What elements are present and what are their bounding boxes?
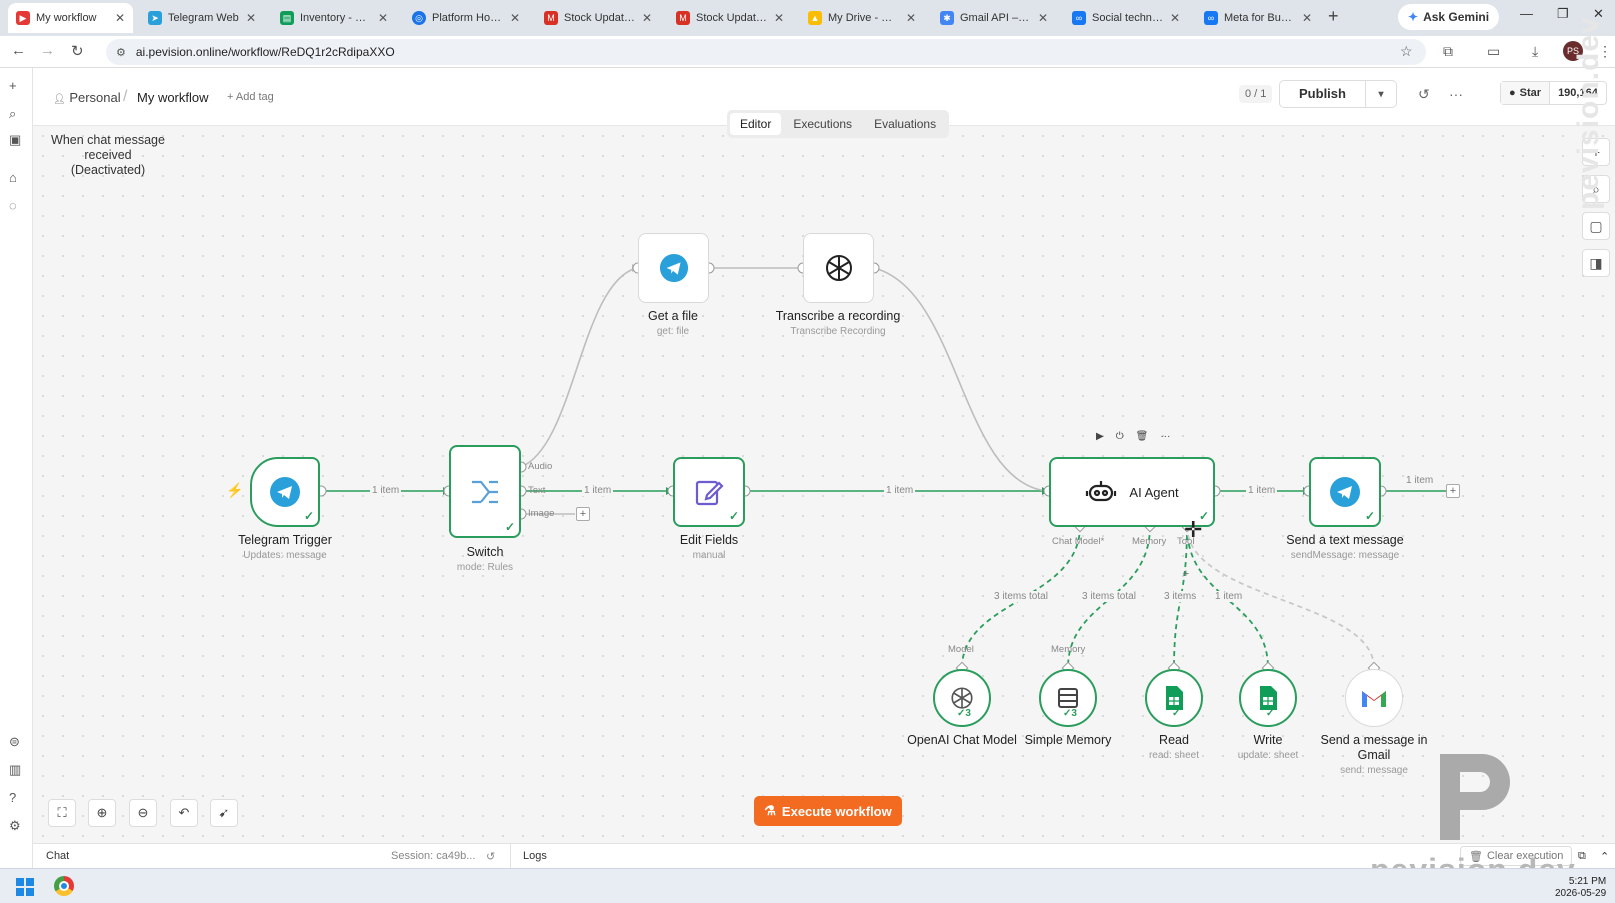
success-check-icon: ✓: [1364, 509, 1375, 523]
node-subtitle: manual: [692, 550, 726, 561]
refresh-session-icon[interactable]: ↺: [486, 850, 495, 863]
node-send-gmail[interactable]: [1345, 669, 1403, 727]
success-check-icon: ✓: [504, 520, 515, 534]
output-label-image: Image: [528, 508, 555, 519]
node-title: Edit Fields: [679, 533, 739, 547]
chevron-up-icon[interactable]: ⌃: [1600, 850, 1609, 863]
success-check-icon: ✓: [1172, 708, 1181, 719]
add-node-plus-icon[interactable]: +: [1446, 484, 1460, 498]
node-read-sheet[interactable]: ✓: [1145, 669, 1203, 727]
add-tool-plus-icon[interactable]: +: [1179, 568, 1193, 582]
edge-label: 3 items: [1162, 591, 1199, 602]
node-subtitle: send: message: [1340, 765, 1408, 776]
pevision-logo: [1440, 754, 1510, 840]
node-title: AI Agent: [1129, 484, 1179, 500]
undo-icon[interactable]: ↶: [170, 799, 198, 827]
port-label-memory: Memory: [1132, 536, 1167, 547]
fit-view-icon[interactable]: ⛶: [48, 799, 76, 827]
edge-switch-getfile[interactable]: [520, 267, 637, 468]
port-label-memory: Memory: [1051, 644, 1086, 655]
logs-panel-tab[interactable]: Logs: [523, 850, 547, 862]
node-telegram-trigger[interactable]: ✓: [250, 457, 320, 527]
pencil-edit-icon: [695, 480, 724, 506]
edge-label: 1 item: [1404, 475, 1436, 486]
edge-label: 3 items total: [1080, 591, 1138, 602]
switch-route-icon: [472, 480, 498, 503]
node-subtitle: Updates: message: [243, 550, 327, 561]
output-label-text: Text: [528, 485, 546, 496]
node-title: Telegram Trigger: [238, 533, 332, 547]
node-title: Send a text message: [1286, 533, 1404, 547]
move-cursor-icon: ✛: [1184, 517, 1203, 542]
node-subtitle: Transcribe Recording: [790, 326, 886, 337]
output-label-audio: Audio: [528, 461, 553, 472]
play-icon[interactable]: ▶: [1096, 431, 1104, 442]
run-count: ✓3: [957, 708, 971, 719]
clock-date: 2026-05-29: [1555, 888, 1607, 899]
zoom-out-icon[interactable]: ⊖: [129, 799, 157, 827]
trigger-bolt-icon: ⚡: [226, 482, 244, 498]
zoom-in-icon[interactable]: ⊕: [88, 799, 116, 827]
node-title: Get a file: [647, 309, 699, 323]
more-horizontal-icon[interactable]: ···: [1160, 431, 1170, 442]
sticky-note-icon[interactable]: ▢: [1582, 212, 1610, 240]
add-node-plus-icon[interactable]: +: [576, 507, 590, 521]
node-subtitle: sendMessage: message: [1290, 550, 1400, 561]
edge-transcribe-agent[interactable]: [873, 267, 1047, 492]
node-write-sheet[interactable]: ✓: [1239, 669, 1297, 727]
node-simple-memory[interactable]: ✓3: [1039, 669, 1097, 727]
node-hover-toolbar: ▶ ⏻ 🗑︎ ···: [1096, 431, 1170, 442]
node-title: Switch: [466, 545, 504, 559]
power-icon[interactable]: ⏻: [1116, 431, 1124, 442]
node-transcribe[interactable]: [803, 233, 874, 303]
panel-icon[interactable]: ◨: [1582, 249, 1610, 277]
robot-agent-icon: [1086, 481, 1117, 502]
telegram-icon: [659, 253, 688, 283]
database-memory-icon: [1058, 688, 1078, 708]
port-label-chat-model: Chat Model*: [1052, 536, 1105, 547]
node-switch[interactable]: ✓: [449, 445, 521, 538]
success-check-icon: ✓: [303, 509, 314, 523]
chrome-taskbar-icon[interactable]: [54, 876, 74, 896]
popout-icon[interactable]: ⧉: [1578, 850, 1586, 863]
trash-icon[interactable]: 🗑︎: [1136, 431, 1149, 442]
clock-time: 5:21 PM: [1568, 876, 1607, 887]
divider: [510, 844, 511, 869]
edge-label: 1 item: [370, 485, 402, 496]
chat-panel-tab[interactable]: Chat: [46, 850, 69, 862]
node-openai-chat-model[interactable]: ✓3: [933, 669, 991, 727]
node-title: Send a message in Gmail: [1320, 733, 1428, 762]
windows-start-icon[interactable]: [16, 878, 34, 896]
flask-icon: ⚗: [764, 803, 776, 818]
tidy-up-icon[interactable]: ➹: [210, 799, 238, 827]
openai-icon: [825, 255, 852, 281]
edge-label: 1 item: [1213, 591, 1245, 602]
node-subtitle: get: file: [656, 326, 690, 337]
session-id: Session: ca49b...: [391, 850, 476, 862]
watermark-vertical: pevision.dev: [1572, 16, 1605, 210]
telegram-icon: [270, 477, 300, 507]
success-check-icon: ✓: [728, 509, 739, 523]
system-clock: 5:21 PM 2026-05-29: [1555, 876, 1606, 900]
gmail-icon: [1362, 691, 1386, 707]
node-title: Transcribe a recording: [775, 309, 901, 323]
edge-label: 1 item: [582, 485, 614, 496]
edge-label: 1 item: [1246, 485, 1278, 496]
node-send-text[interactable]: ✓: [1309, 457, 1381, 527]
port-label-model: Model: [948, 644, 974, 655]
run-count: ✓3: [1063, 708, 1077, 719]
success-check-icon: ✓: [1266, 708, 1275, 719]
windows-taskbar: 5:21 PM 2026-05-29: [0, 868, 1615, 903]
node-subtitle: mode: Rules: [456, 562, 514, 573]
node-get-file[interactable]: [638, 233, 709, 303]
edge-label: 1 item: [884, 485, 916, 496]
node-edit-fields[interactable]: ✓: [673, 457, 745, 527]
execute-workflow-button[interactable]: ⚗ Execute workflow: [754, 796, 902, 826]
telegram-icon: [1330, 477, 1360, 507]
execute-workflow-label: Execute workflow: [781, 803, 892, 819]
edge-label: 3 items total: [992, 591, 1050, 602]
